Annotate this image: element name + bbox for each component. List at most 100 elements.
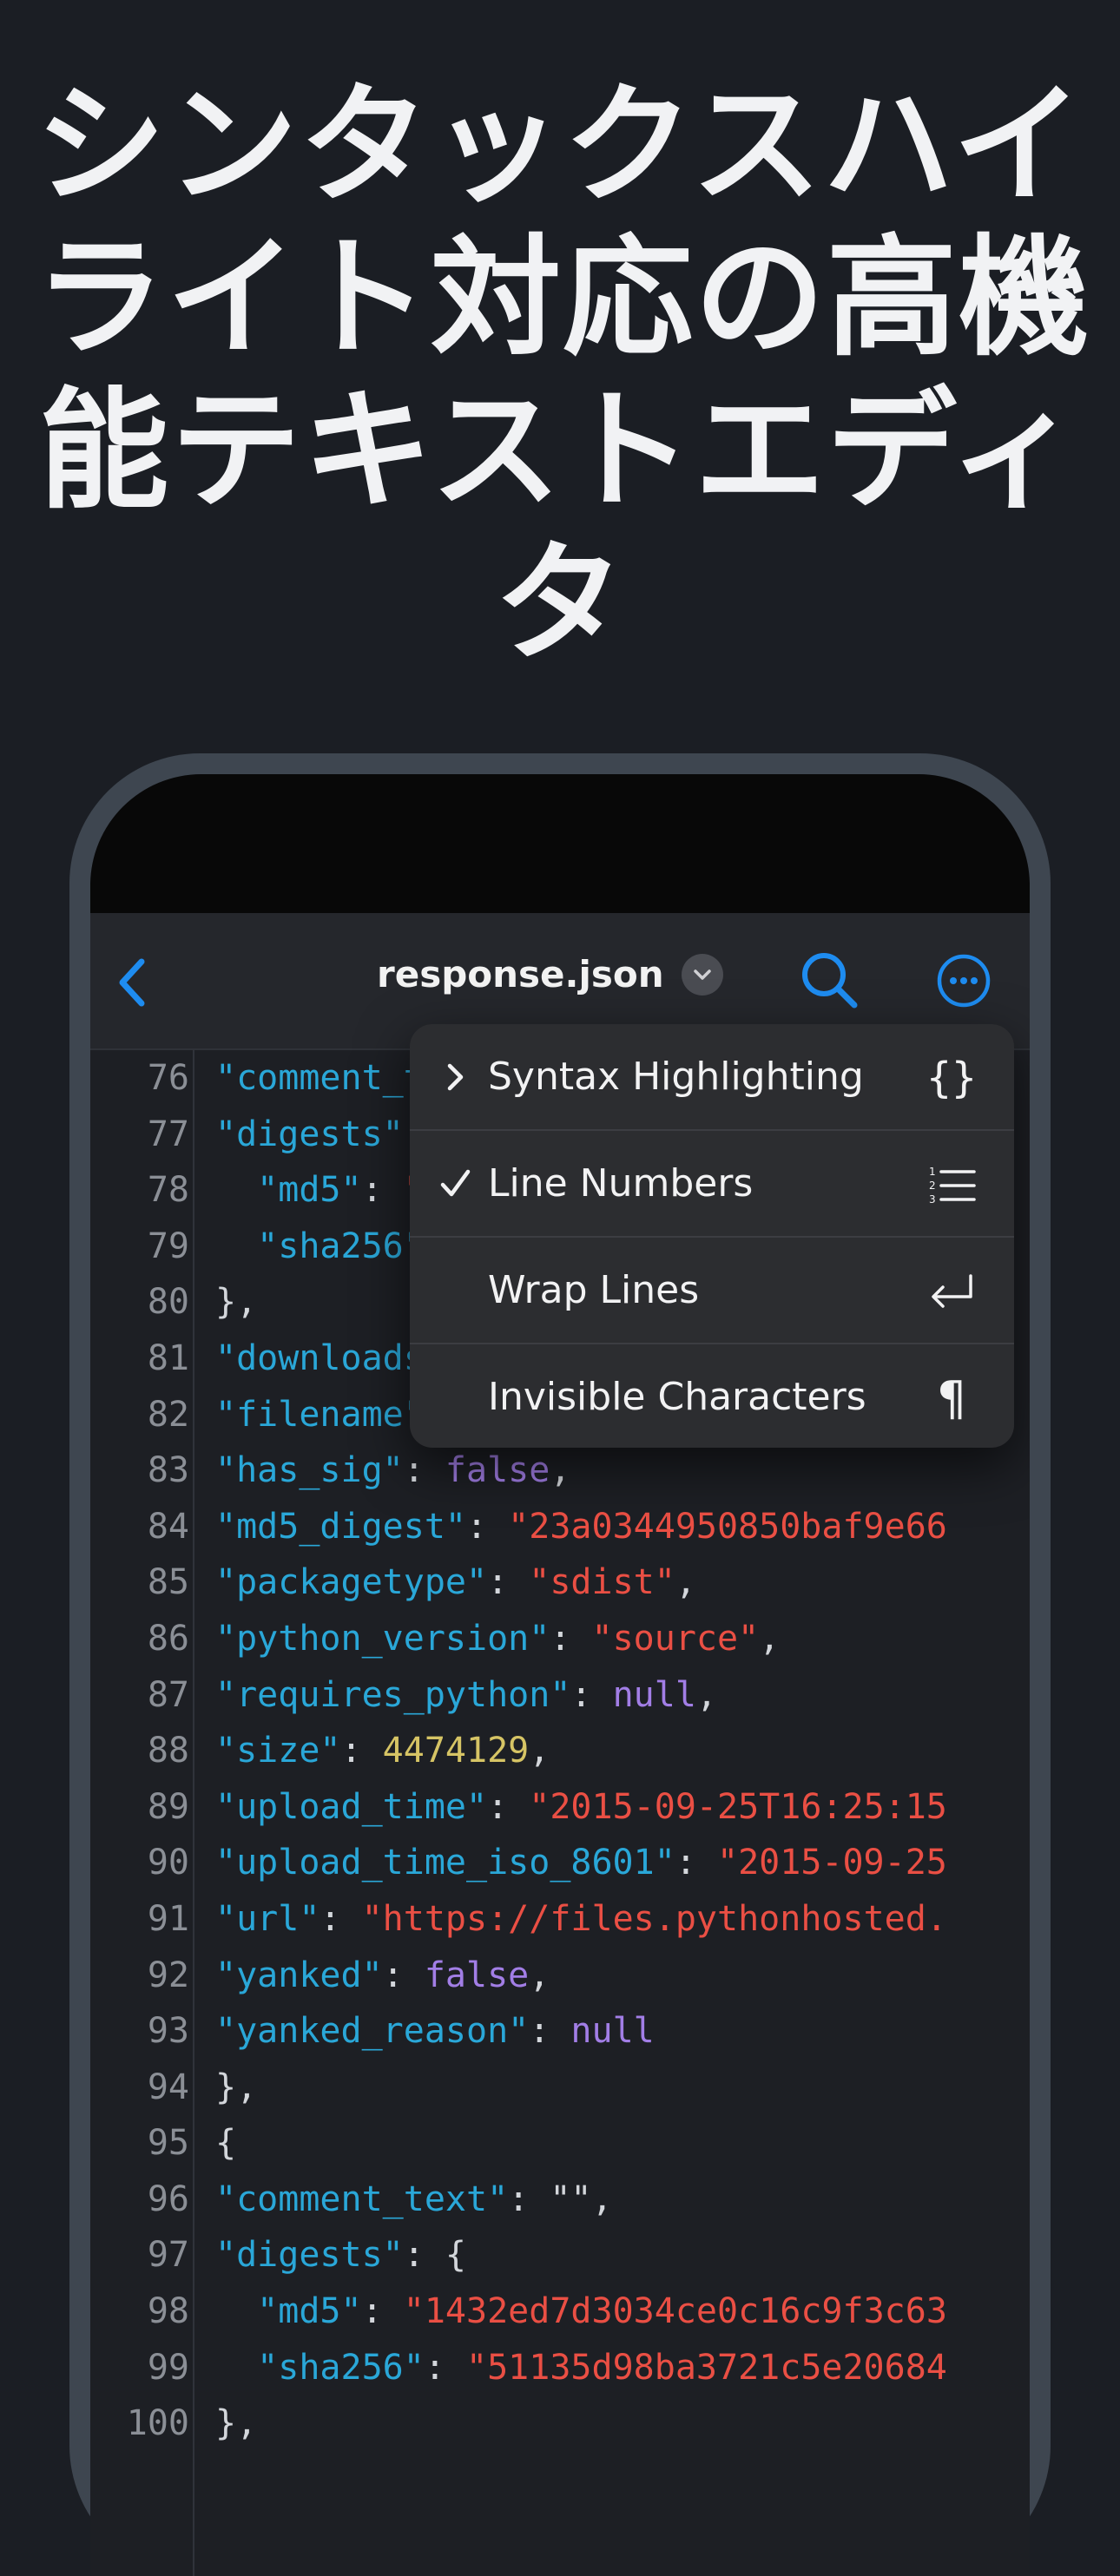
code-token: "md5_digest": [215, 1506, 466, 1547]
more-button[interactable]: [931, 948, 997, 1014]
code-token: "filename": [215, 1394, 425, 1435]
code-token: "digests": [215, 2235, 404, 2276]
code-token: "51135d98ba3721c5e20684: [466, 2347, 947, 2388]
line-number: 88: [147, 1731, 189, 1771]
numbered-list-icon: 1 2 3: [926, 1159, 978, 1211]
line-number-gutter: 76 77 78 79 80 81 82 83 84 85 86 87 88 89 90 91 92 93 94 95…: [90, 1050, 194, 2576]
code-token: :: [570, 1674, 613, 1715]
code-line: "yanked_reason": null: [193, 2003, 1030, 2060]
chevron-right-icon: [447, 1063, 464, 1091]
line-number: 84: [147, 1506, 189, 1547]
code-token: :: [403, 1450, 445, 1491]
code-line: "upload_time": "2015-09-25T16:25:15: [193, 1779, 1030, 1836]
pilcrow-icon: ¶: [936, 1370, 967, 1426]
search-icon: [802, 953, 858, 1009]
line-number: 78: [147, 1170, 189, 1211]
code-token: "yanked_reason": [215, 2011, 530, 2052]
code-token: "sdist": [529, 1562, 675, 1603]
line-number: 77: [147, 1114, 189, 1154]
code-token: :: [529, 2011, 571, 2052]
line-number: 95: [147, 2123, 189, 2164]
code-line: },: [193, 2060, 1030, 2116]
line-number: 100: [126, 2403, 189, 2444]
code-line: "md5_digest": "23a0344950850baf9e66: [193, 1499, 1030, 1555]
code-token: :: [361, 1170, 404, 1211]
search-button[interactable]: [795, 946, 865, 1015]
headline-line: 能テキストエディ: [38, 376, 1082, 527]
line-number: 76: [147, 1058, 189, 1098]
line-number: 92: [147, 1955, 189, 1995]
line-number: 83: [147, 1450, 189, 1491]
code-token: ,: [529, 1731, 550, 1771]
line-number: 79: [147, 1226, 189, 1266]
code-token: "1432ed7d3034ce0c16c9f3c63: [403, 2291, 947, 2332]
code-token: "url": [215, 1898, 320, 1939]
menu-item-syntax-highlighting[interactable]: Syntax Highlighting {}: [410, 1024, 1014, 1131]
code-token: "2015-09-25T16:25:15: [529, 1786, 947, 1827]
code-token: :: [465, 1506, 509, 1547]
code-token: "has_sig": [215, 1450, 404, 1491]
line-number: 87: [147, 1674, 189, 1715]
line-number: 96: [147, 2178, 189, 2219]
menu-item-label: Line Numbers: [488, 1161, 754, 1206]
back-button[interactable]: [102, 948, 163, 1017]
code-token: "yanked": [215, 1955, 383, 1995]
code-token: "sha256": [257, 1226, 425, 1266]
code-token: "size": [215, 1731, 341, 1771]
code-line: "url": "https://files.pythonhosted.: [193, 1891, 1030, 1948]
menu-item-invisible-characters[interactable]: Invisible Characters ¶: [410, 1344, 1014, 1448]
code-token: "comment_text": [215, 2178, 509, 2219]
file-title-button[interactable]: response.json: [377, 953, 723, 996]
code-token: : "",: [508, 2178, 613, 2219]
code-line: "comment_text": "",: [193, 2172, 1030, 2228]
code-token: ,: [550, 1450, 571, 1491]
svg-text:2: 2: [929, 1180, 936, 1192]
code-token: },: [215, 2403, 258, 2444]
svg-text:1: 1: [929, 1166, 936, 1178]
code-token: ,: [675, 1562, 696, 1603]
code-token: null: [570, 2011, 655, 2052]
code-token: ,: [695, 1674, 717, 1715]
line-number: 98: [147, 2291, 189, 2332]
view-options-menu: Syntax Highlighting {} Line Numbers 1 2 …: [410, 1024, 1014, 1448]
code-token: ,: [759, 1618, 781, 1659]
braces-icon: {}: [926, 1054, 977, 1102]
line-number: 90: [147, 1843, 189, 1883]
code-token: "md5": [257, 1170, 362, 1211]
code-token: :: [675, 1843, 717, 1883]
code-token: 4474129: [382, 1731, 530, 1771]
code-token: "source": [591, 1618, 760, 1659]
code-line: "yanked": false,: [193, 1948, 1030, 2004]
code-token: "md5": [257, 2291, 362, 2332]
return-arrow-icon: [926, 1265, 978, 1318]
code-token: :: [487, 1562, 530, 1603]
menu-item-line-numbers[interactable]: Line Numbers 1 2 3: [410, 1131, 1014, 1238]
code-line: },: [193, 2395, 1030, 2452]
line-number: 93: [147, 2011, 189, 2052]
line-number: 85: [147, 1562, 189, 1603]
menu-item-wrap-lines[interactable]: Wrap Lines: [410, 1238, 1014, 1344]
svg-text:3: 3: [929, 1193, 936, 1206]
code-token: false: [445, 1450, 550, 1491]
line-number: 82: [147, 1394, 189, 1435]
code-token: ,: [529, 1955, 550, 1995]
code-token: "2015-09-25: [716, 1843, 947, 1883]
chevron-down-icon: [681, 953, 723, 996]
menu-item-label: Invisible Characters: [488, 1375, 866, 1419]
code-token: "packagetype": [215, 1562, 488, 1603]
code-token: "https://files.pythonhosted.: [361, 1898, 947, 1939]
headline: シンタックスハイ ライト対応の高機 能テキストエディ タ: [35, 69, 1089, 680]
code-token: :: [320, 1898, 362, 1939]
line-number: 89: [147, 1786, 189, 1827]
code-token: },: [215, 2067, 258, 2107]
code-token: :: [361, 2291, 404, 2332]
code-token: "upload_time": [215, 1786, 488, 1827]
checkmark-icon: [440, 1169, 471, 1197]
chevron-left-icon: [119, 958, 145, 1007]
code-token: "python_version": [215, 1618, 550, 1659]
headline-line: タ: [493, 529, 626, 680]
editor-view: response.json 76 77 78 79 80 81 82 83 84…: [90, 913, 1030, 2576]
code-token: },: [215, 1282, 258, 1323]
